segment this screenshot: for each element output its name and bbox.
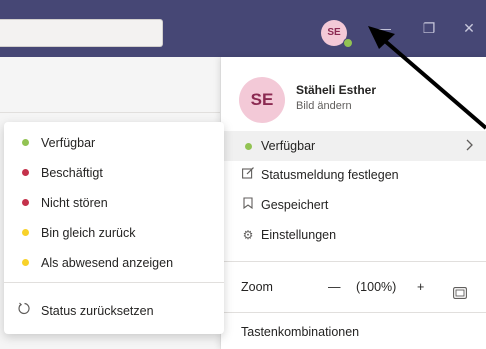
- divider: [221, 312, 486, 313]
- status-option-be-right-back[interactable]: Bin gleich zurück: [4, 218, 224, 248]
- status-option-label: Bin gleich zurück: [41, 226, 136, 240]
- reset-status-button[interactable]: Status zurücksetzen: [4, 296, 224, 326]
- settings-label: Einstellungen: [261, 228, 337, 242]
- away-status-icon: [22, 259, 29, 266]
- status-option-available[interactable]: Verfügbar: [4, 128, 224, 158]
- current-status-item[interactable]: Verfügbar: [221, 131, 486, 161]
- keyboard-shortcuts-item[interactable]: Tastenkombinationen: [221, 317, 486, 347]
- divider: [0, 112, 220, 113]
- restore-button[interactable]: ❐: [418, 17, 440, 39]
- bookmark-icon: [241, 190, 255, 220]
- edit-message-icon: [241, 160, 255, 190]
- profile-picture[interactable]: SE: [239, 77, 285, 123]
- status-menu: Verfügbar Beschäftigt Nicht stören Bin g…: [4, 122, 224, 334]
- profile-name: Stäheli Esther: [296, 83, 377, 97]
- available-status-icon: [22, 139, 29, 146]
- reset-status-label: Status zurücksetzen: [41, 304, 154, 318]
- minimize-button[interactable]: —: [373, 17, 395, 39]
- divider: [221, 261, 486, 262]
- search-input[interactable]: [0, 19, 163, 47]
- divider: [4, 282, 224, 283]
- status-option-away[interactable]: Als abwesend anzeigen: [4, 248, 224, 278]
- status-option-label: Nicht stören: [41, 196, 108, 210]
- reset-icon: [18, 296, 31, 326]
- gear-icon: ⚙: [242, 228, 254, 242]
- status-option-busy[interactable]: Beschäftigt: [4, 158, 224, 188]
- set-status-message-item[interactable]: Statusmeldung festlegen: [221, 160, 486, 190]
- saved-label: Gespeichert: [261, 198, 329, 212]
- status-option-label: Verfügbar: [41, 136, 96, 150]
- chevron-right-icon: [466, 131, 474, 161]
- keyboard-shortcuts-label: Tastenkombinationen: [241, 325, 360, 339]
- available-status-icon: [241, 131, 255, 161]
- busy-status-icon: [22, 169, 29, 176]
- be-right-back-status-icon: [22, 229, 29, 236]
- current-status-label: Verfügbar: [261, 139, 316, 153]
- saved-item[interactable]: Gespeichert: [221, 190, 486, 220]
- zoom-row: Zoom — (100%) +: [221, 272, 486, 302]
- status-option-label: Beschäftigt: [41, 166, 103, 180]
- presence-indicator: [343, 38, 353, 48]
- set-status-message-label: Statusmeldung festlegen: [261, 168, 399, 182]
- change-picture-link[interactable]: Bild ändern: [296, 100, 352, 112]
- close-button[interactable]: ✕: [458, 17, 480, 39]
- settings-item[interactable]: ⚙ Einstellungen: [221, 220, 486, 250]
- do-not-disturb-status-icon: [22, 199, 29, 206]
- title-bar: SE — ❐ ✕: [0, 0, 486, 57]
- status-option-do-not-disturb[interactable]: Nicht stören: [4, 188, 224, 218]
- zoom-out-button[interactable]: —: [328, 272, 341, 302]
- status-option-label: Als abwesend anzeigen: [41, 256, 174, 270]
- zoom-in-button[interactable]: +: [417, 272, 424, 302]
- zoom-label: Zoom: [241, 280, 273, 294]
- zoom-value: (100%): [356, 280, 397, 294]
- profile-menu: SE Stäheli Esther Bild ändern Verfügbar …: [221, 57, 486, 349]
- full-screen-icon[interactable]: [453, 280, 467, 310]
